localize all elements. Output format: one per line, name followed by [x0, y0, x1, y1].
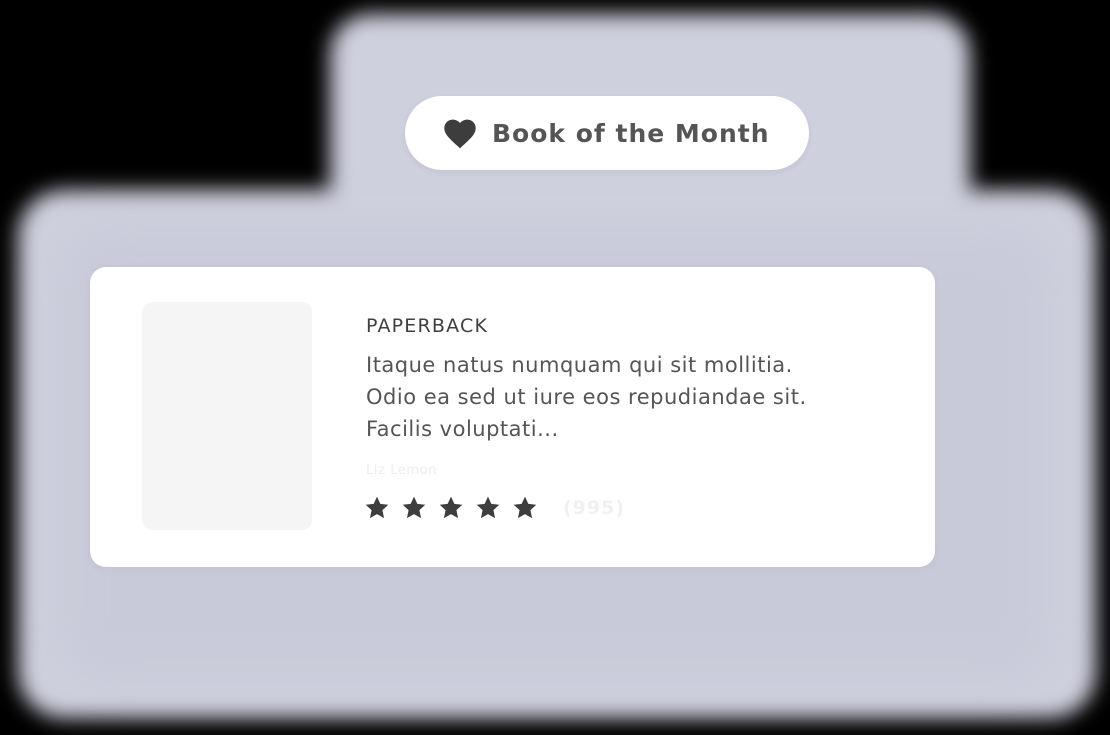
description-line: Facilis voluptati... — [366, 417, 559, 441]
book-author: Liz Lemon — [366, 463, 438, 478]
book-description: Itaque natus numquam qui sit mollitia. O… — [366, 349, 914, 445]
star-icon — [476, 496, 500, 519]
heart-icon — [444, 119, 476, 149]
description-line: Itaque natus numquam qui sit mollitia. — [366, 353, 793, 377]
book-format: PAPERBACK — [366, 315, 489, 337]
product-card[interactable]: PAPERBACK Itaque natus numquam qui sit m… — [90, 267, 935, 567]
review-count: (995) — [563, 497, 626, 519]
star-icon — [402, 496, 426, 519]
book-cover-placeholder[interactable] — [142, 302, 312, 530]
star-icon — [513, 496, 537, 519]
book-of-the-month-badge: Book of the Month — [405, 96, 809, 170]
badge-label: Book of the Month — [492, 119, 770, 148]
star-rating: (995) — [364, 493, 625, 523]
star-icon — [439, 496, 463, 519]
star-icon — [365, 496, 389, 519]
description-line: Odio ea sed ut iure eos repudiandae sit. — [366, 385, 807, 409]
